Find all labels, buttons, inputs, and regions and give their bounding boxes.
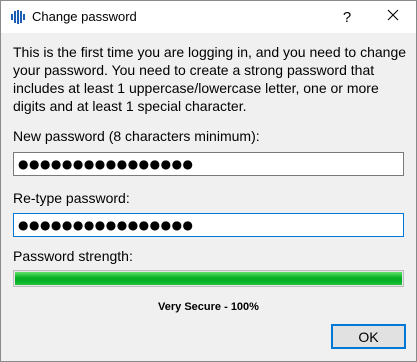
description-text: This is the first time you are logging i… (13, 44, 407, 114)
retype-password-value: ●●●●●●●●●●●●●●●● (18, 218, 194, 232)
app-logo-icon (11, 10, 25, 24)
dialog-body: This is the first time you are logging i… (1, 33, 416, 361)
ok-button[interactable]: OK (331, 324, 406, 349)
close-icon (387, 8, 399, 26)
window-title: Change password (32, 9, 137, 24)
close-button[interactable] (370, 1, 416, 33)
title-bar: Change password ? (1, 1, 416, 33)
password-strength-fill (15, 272, 402, 285)
new-password-value: ●●●●●●●●●●●●●●●● (18, 157, 194, 171)
password-strength-label: Password strength: (13, 248, 133, 264)
change-password-dialog: Change password ? This is the first time… (0, 0, 417, 362)
help-button[interactable]: ? (324, 1, 370, 33)
password-strength-text: Very Secure - 100% (158, 301, 259, 313)
new-password-field[interactable]: ●●●●●●●●●●●●●●●● (13, 152, 404, 176)
retype-password-field[interactable]: ●●●●●●●●●●●●●●●● (13, 213, 404, 237)
retype-password-label: Re-type password: (13, 190, 130, 206)
new-password-label: New password (8 characters minimum): (13, 128, 260, 144)
password-strength-bar (13, 270, 404, 287)
